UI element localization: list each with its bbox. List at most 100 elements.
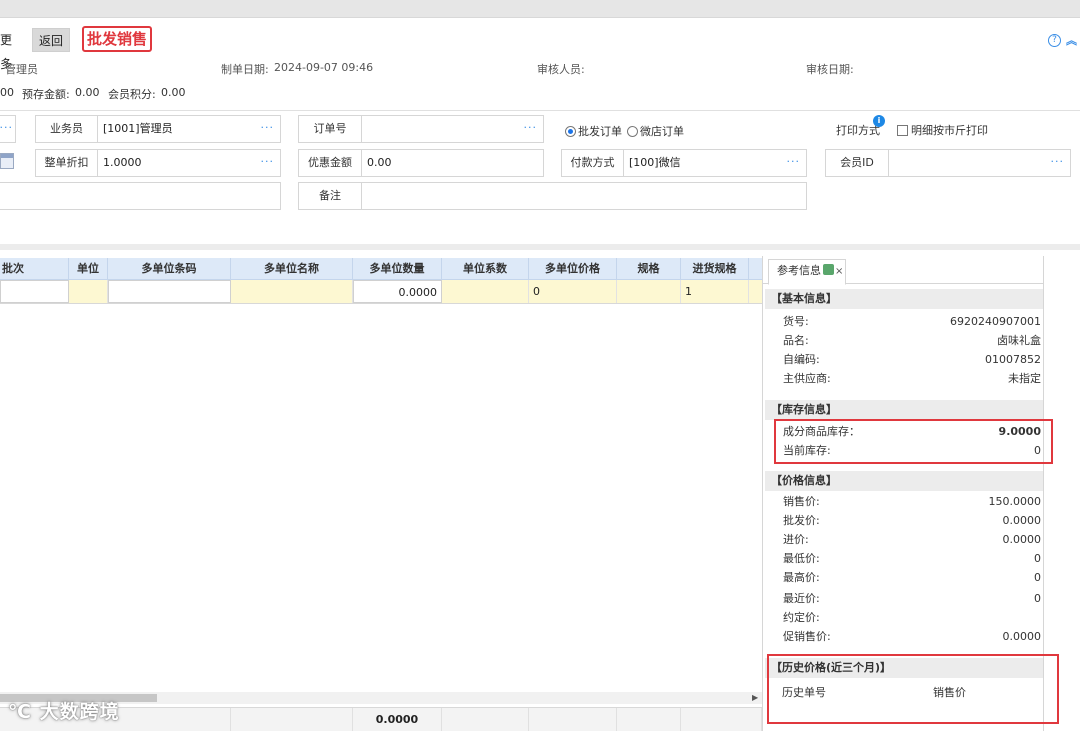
highlight-history-box [767,654,1059,724]
agreed-price-label: 约定价: [783,611,820,624]
cell-spec[interactable] [617,280,681,303]
checkbox-icon[interactable] [897,125,908,136]
col-multi-name[interactable]: 多单位名称 [231,258,353,280]
payment-field[interactable]: 付款方式 [100]微信 ··· [561,149,807,177]
radio-unselected-icon[interactable] [627,126,638,137]
cell-multi-barcode[interactable] [108,280,231,303]
grid-header: 批次 单位 多单位条码 多单位名称 多单位数量 单位系数 多单位价格 规格 进货… [0,258,762,280]
basic-row-sku: 货号: 6920240907001 [783,312,1043,331]
member-field[interactable]: 会员ID ··· [825,149,1071,177]
member-input[interactable] [889,150,894,176]
tab-reference-info[interactable]: 参考信息 × [768,259,846,285]
watermark-logo: ℃ 大数跨境 [8,701,120,723]
col-multi-price[interactable]: 多单位价格 [529,258,617,280]
salesperson-value[interactable]: [1001]管理员 [98,116,173,142]
remark-field[interactable]: 备注 [298,182,807,210]
partial-field[interactable]: ··· [0,115,16,143]
help-icon[interactable]: ? [1048,34,1061,47]
cell-factor-empty[interactable] [442,280,529,303]
wholesale-price-value: 0.0000 [1002,514,1042,527]
tab-reference-label: 参考信息 [777,264,821,277]
footer-cell [529,708,617,731]
scroll-right-icon[interactable]: ▶ [752,693,758,702]
product-name-value: 卤味礼盒 [997,334,1041,347]
member-picker-icon[interactable]: ··· [1051,150,1065,174]
points-label: 会员积分: [108,88,156,101]
more-button[interactable]: 更多 [0,28,26,71]
wholesale-price-label: 批发价: [783,514,820,527]
payment-picker-icon[interactable]: ··· [787,150,801,174]
salesperson-field[interactable]: 业务员 [1001]管理员 ··· [35,115,281,143]
col-multi-qty[interactable]: 多单位数量 [353,258,442,280]
cell-batch[interactable] [0,280,69,303]
footer-cell [442,708,529,731]
created-date-label: 制单日期: [221,63,269,76]
min-price-label: 最低价: [783,552,820,565]
promo-price-value: 0.0000 [1002,630,1042,643]
chevron-up-icon[interactable]: ︽ [1066,32,1077,48]
promo-price-label: 促销售价: [783,630,831,643]
info-icon[interactable]: i [873,115,885,127]
discount-value[interactable]: 1.0000 [98,150,142,176]
col-spec[interactable]: 规格 [617,258,681,280]
divider [0,110,1080,111]
footer-cell [231,708,353,731]
order-picker-icon[interactable]: ··· [524,116,538,140]
order-no-input[interactable] [362,116,367,142]
back-button[interactable]: 返回 [32,28,70,52]
sku-label: 货号: [783,315,809,328]
prepaid-label: 预存金额: [22,88,70,101]
price-row: 约定价: [783,608,1043,627]
partial-input-field[interactable] [0,182,281,210]
refresh-icon[interactable] [823,264,834,275]
purchase-price-label: 进价: [783,533,809,546]
toolbar: 更多 返回 批发销售 ? ︽ [0,26,1080,71]
page-title: 批发销售 [82,26,153,52]
cell-multi-name[interactable] [231,280,353,303]
col-factor[interactable]: 单位系数 [442,258,529,280]
footer-total-qty: 0.0000 [353,708,442,731]
col-batch[interactable]: 批次 [0,258,69,280]
discount-picker-icon[interactable]: ··· [261,150,275,174]
price-row: 批发价: 0.0000 [783,511,1043,530]
code-value: 01007852 [985,353,1041,366]
sale-price-value: 150.0000 [988,495,1042,508]
radio-wechat-order[interactable]: 微店订单 [627,123,684,139]
payment-label: 付款方式 [562,150,624,176]
window-top-bar [0,0,1080,18]
radio-wechat-label: 微店订单 [640,125,684,138]
calendar-icon[interactable] [0,153,14,169]
close-icon[interactable]: × [835,266,843,277]
highlight-stock-box [774,419,1053,464]
order-no-field[interactable]: 订单号 ··· [298,115,544,143]
watermark-text: 大数跨境 [39,701,120,723]
recent-price-label: 最近价: [783,592,820,605]
salesperson-picker-icon[interactable]: ··· [261,116,275,140]
purchase-price-value: 0.0000 [1002,533,1042,546]
max-price-value: 0 [1034,571,1041,584]
col-multi-barcode[interactable]: 多单位条码 [108,258,231,280]
print-by-jin-label: 明细按市斤打印 [911,124,988,137]
discount-field[interactable]: 整单折扣 1.0000 ··· [35,149,281,177]
more-dots-icon[interactable]: ··· [0,116,13,140]
cell-factor[interactable]: 0 [529,280,617,303]
remark-input[interactable] [362,183,367,209]
col-unit[interactable]: 单位 [69,258,108,280]
coupon-field[interactable]: 优惠金额 0.00 [298,149,544,177]
payment-value[interactable]: [100]微信 [624,150,681,176]
remark-label: 备注 [299,183,362,209]
table-row[interactable]: 0.0000 0 1 [0,280,762,304]
cell-purchase-spec[interactable]: 1 [681,280,749,303]
cell-multi-qty[interactable]: 0.0000 [353,280,442,303]
order-no-label: 订单号 [299,116,362,142]
print-by-jin-checkbox[interactable]: 明细按市斤打印 [897,122,988,138]
coupon-value[interactable]: 0.00 [362,150,392,176]
basic-info-header: 【基本信息】 [765,289,1043,309]
radio-selected-icon[interactable] [565,126,576,137]
cell-unit[interactable] [69,280,108,303]
radio-wholesale-order[interactable]: 批发订单 [565,123,622,139]
radio-wholesale-label: 批发订单 [578,125,622,138]
price-row: 销售价: 150.0000 [783,492,1043,511]
col-purchase-spec[interactable]: 进货规格 [681,258,749,280]
section-separator [0,244,1080,250]
